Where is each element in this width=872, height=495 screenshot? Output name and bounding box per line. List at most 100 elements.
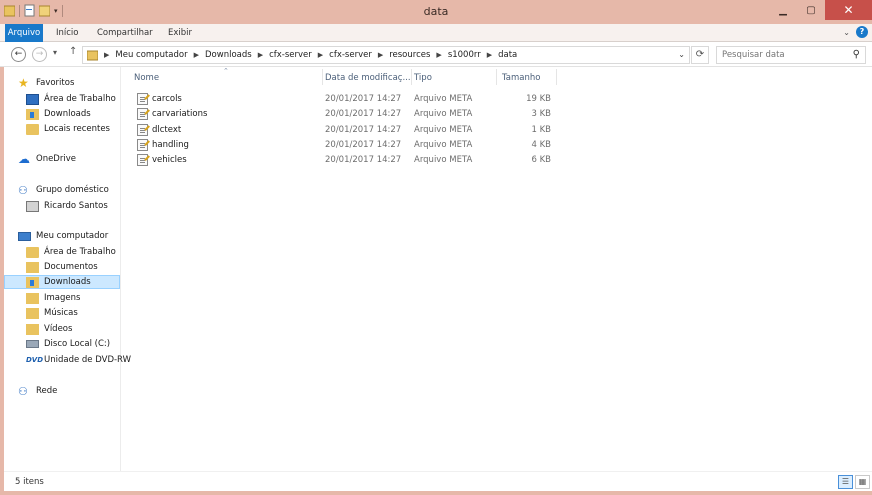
details-view-icon[interactable]: ☰: [838, 475, 853, 489]
nav-favoritos[interactable]: ★ Favoritos: [18, 76, 74, 90]
close-button[interactable]: ✕: [825, 0, 872, 20]
large-icons-view-icon[interactable]: ▦: [855, 475, 870, 489]
nav-label: Músicas: [44, 308, 78, 318]
address-bar[interactable]: ▶ Meu computador ▶ Downloads ▶ cfx-serve…: [82, 46, 690, 64]
nav-label: Rede: [36, 386, 58, 396]
nav-label: Meu computador: [36, 231, 109, 241]
nav-user[interactable]: Ricardo Santos: [26, 199, 108, 213]
breadcrumb-cfx-server[interactable]: cfx-server: [269, 50, 312, 60]
nav-label: Downloads: [44, 109, 91, 119]
recent-locations-chevron-icon[interactable]: ▾: [53, 48, 57, 57]
nav-rede[interactable]: ⚇ Rede: [18, 384, 57, 398]
breadcrumb-s1000rr[interactable]: s1000rr: [448, 50, 481, 60]
nav-label: Vídeos: [44, 324, 73, 334]
tab-compartilhar[interactable]: Compartilhar: [97, 24, 153, 42]
file-list[interactable]: ⌃ Nome Data de modificaç... Tipo Tamanho…: [126, 67, 872, 471]
breadcrumb-resources[interactable]: resources: [389, 50, 430, 60]
column-divider[interactable]: [556, 69, 557, 85]
chevron-right-icon[interactable]: ▶: [104, 51, 109, 59]
ribbon-tabs: Arquivo Início Compartilhar Exibir ⌄ ?: [0, 24, 872, 42]
nav-computer-musicas[interactable]: Músicas: [26, 306, 78, 320]
tab-inicio[interactable]: Início: [56, 24, 79, 42]
chevron-right-icon[interactable]: ▶: [258, 51, 263, 59]
videos-folder-icon: [26, 323, 39, 335]
computer-icon: [18, 231, 31, 241]
recent-places-icon: [26, 123, 39, 135]
nav-favorites-downloads[interactable]: Downloads: [26, 107, 91, 121]
search-icon[interactable]: ⚲: [853, 49, 860, 60]
window-controls: ▁ ▢ ✕: [769, 0, 872, 20]
file-date: 20/01/2017 14:27: [325, 109, 402, 119]
nav-label: Locais recentes: [44, 124, 110, 134]
breadcrumb-downloads[interactable]: Downloads: [205, 50, 252, 60]
minimize-button[interactable]: ▁: [769, 0, 797, 20]
file-size: 4 KB: [531, 140, 551, 150]
refresh-button[interactable]: ⟳: [691, 46, 709, 64]
search-input[interactable]: [722, 47, 847, 63]
hard-drive-icon: [26, 340, 39, 348]
nav-computer-documentos[interactable]: Documentos: [26, 260, 98, 274]
breadcrumb-data[interactable]: data: [498, 50, 517, 60]
breadcrumb-cfx-server-2[interactable]: cfx-server: [329, 50, 372, 60]
file-name: carvariations: [152, 109, 208, 119]
chevron-right-icon[interactable]: ▶: [436, 51, 441, 59]
file-size: 19 KB: [526, 94, 551, 104]
file-row[interactable]: dlctext 20/01/2017 14:27 Arquivo META 1 …: [130, 123, 556, 138]
column-header-tipo[interactable]: Tipo: [414, 71, 494, 85]
forward-button[interactable]: →: [32, 47, 47, 62]
nav-computer-disco-local[interactable]: Disco Local (C:): [26, 337, 110, 351]
expand-ribbon-chevron-icon[interactable]: ⌄: [843, 28, 850, 37]
title-bar: ▾ data ▁ ▢ ✕: [0, 0, 872, 24]
nav-label: Documentos: [44, 262, 98, 272]
chevron-right-icon[interactable]: ▶: [487, 51, 492, 59]
column-header-data[interactable]: Data de modificaç...: [325, 71, 411, 85]
nav-meu-computador[interactable]: Meu computador: [18, 229, 108, 243]
chevron-right-icon[interactable]: ▶: [194, 51, 199, 59]
file-row[interactable]: vehicles 20/01/2017 14:27 Arquivo META 6…: [130, 153, 556, 168]
nav-computer-desktop[interactable]: Área de Trabalho: [26, 245, 116, 259]
nav-label: Área de Trabalho: [44, 247, 116, 257]
nav-onedrive[interactable]: ☁ OneDrive: [18, 152, 76, 166]
meta-file-icon: [137, 108, 148, 120]
tab-exibir[interactable]: Exibir: [168, 24, 192, 42]
nav-favorites-desktop[interactable]: Área de Trabalho: [26, 92, 116, 106]
search-box[interactable]: ⚲: [716, 46, 866, 64]
tab-arquivo[interactable]: Arquivo: [5, 24, 43, 42]
back-button[interactable]: ←: [11, 47, 26, 62]
file-size: 3 KB: [531, 109, 551, 119]
file-name: dlctext: [152, 125, 182, 135]
nav-computer-videos[interactable]: Vídeos: [26, 322, 72, 336]
file-row[interactable]: handling 20/01/2017 14:27 Arquivo META 4…: [130, 138, 556, 153]
column-divider[interactable]: [496, 69, 497, 85]
nav-computer-dvd[interactable]: DVD Unidade de DVD-RW: [26, 353, 131, 367]
meta-file-icon: [137, 93, 148, 105]
file-row[interactable]: carvariations 20/01/2017 14:27 Arquivo M…: [130, 107, 556, 122]
breadcrumb-meu-computador[interactable]: Meu computador: [115, 50, 187, 60]
file-name: carcols: [152, 94, 182, 104]
nav-grupo-domestico[interactable]: ⚇ Grupo doméstico: [18, 183, 109, 197]
nav-favorites-recent[interactable]: Locais recentes: [26, 122, 110, 136]
nav-label: Grupo doméstico: [36, 185, 109, 195]
downloads-folder-icon: [26, 108, 39, 120]
nav-computer-downloads[interactable]: Downloads: [4, 275, 120, 289]
nav-computer-imagens[interactable]: Imagens: [26, 291, 80, 305]
column-header-nome[interactable]: Nome: [134, 71, 322, 85]
main-content: ★ Favoritos Área de Trabalho Downloads Lo…: [4, 67, 872, 471]
meta-file-icon: [137, 139, 148, 151]
item-count: 5 itens: [15, 477, 44, 487]
homegroup-icon: ⚇: [18, 183, 28, 197]
nav-label: OneDrive: [36, 154, 76, 164]
navigation-pane[interactable]: ★ Favoritos Área de Trabalho Downloads Lo…: [4, 67, 131, 471]
column-header-tamanho[interactable]: Tamanho: [502, 71, 556, 85]
column-divider[interactable]: [411, 69, 412, 85]
address-dropdown-chevron-icon[interactable]: ⌄: [678, 50, 685, 59]
help-icon[interactable]: ?: [856, 26, 868, 38]
chevron-right-icon[interactable]: ▶: [318, 51, 323, 59]
up-arrow-icon[interactable]: ↑: [69, 46, 77, 57]
maximize-button[interactable]: ▢: [797, 0, 825, 20]
column-divider[interactable]: [322, 69, 323, 85]
status-bar: 5 itens ☰ ▦: [4, 471, 872, 491]
network-icon: ⚇: [18, 384, 28, 398]
file-row[interactable]: carcols 20/01/2017 14:27 Arquivo META 19…: [130, 92, 556, 107]
chevron-right-icon[interactable]: ▶: [378, 51, 383, 59]
